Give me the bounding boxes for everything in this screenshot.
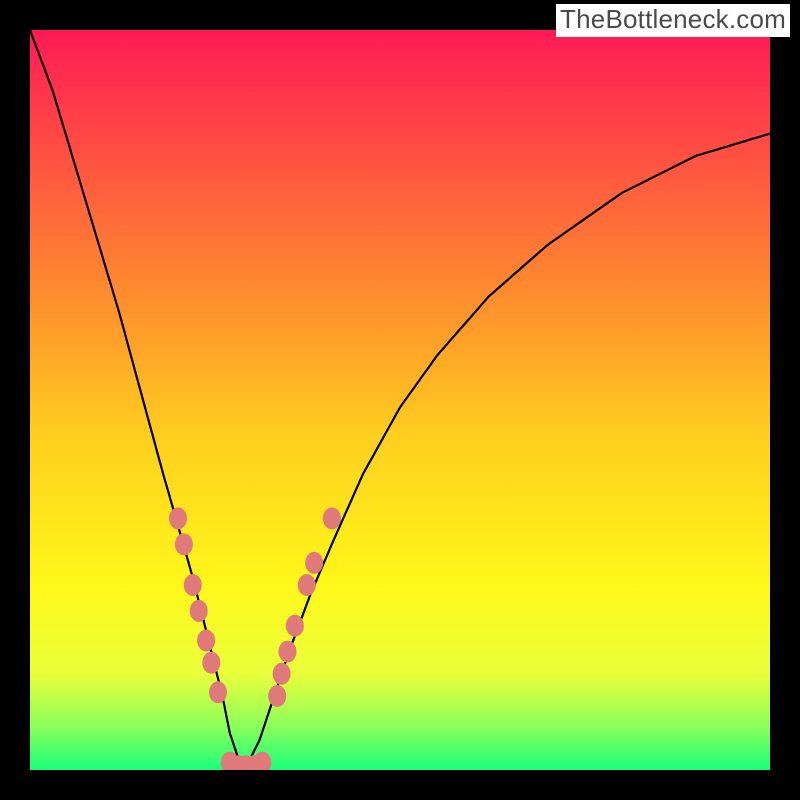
chart-frame: TheBottleneck.com	[0, 0, 800, 800]
chart-svg	[30, 30, 770, 770]
chart-marker	[268, 685, 286, 707]
chart-plot-area	[30, 30, 770, 770]
chart-marker	[298, 574, 316, 596]
chart-marker	[323, 507, 341, 529]
chart-markers	[169, 507, 341, 770]
chart-marker	[202, 652, 220, 674]
chart-marker	[253, 752, 271, 770]
watermark-label: TheBottleneck.com	[556, 4, 790, 37]
chart-marker	[279, 641, 297, 663]
chart-marker	[197, 630, 215, 652]
chart-marker	[305, 552, 323, 574]
chart-marker	[273, 663, 291, 685]
chart-marker	[286, 615, 304, 637]
chart-marker	[190, 600, 208, 622]
curve-right-arm	[245, 134, 770, 770]
chart-marker	[184, 574, 202, 596]
chart-marker	[209, 681, 227, 703]
chart-marker	[175, 533, 193, 555]
chart-marker	[169, 507, 187, 529]
